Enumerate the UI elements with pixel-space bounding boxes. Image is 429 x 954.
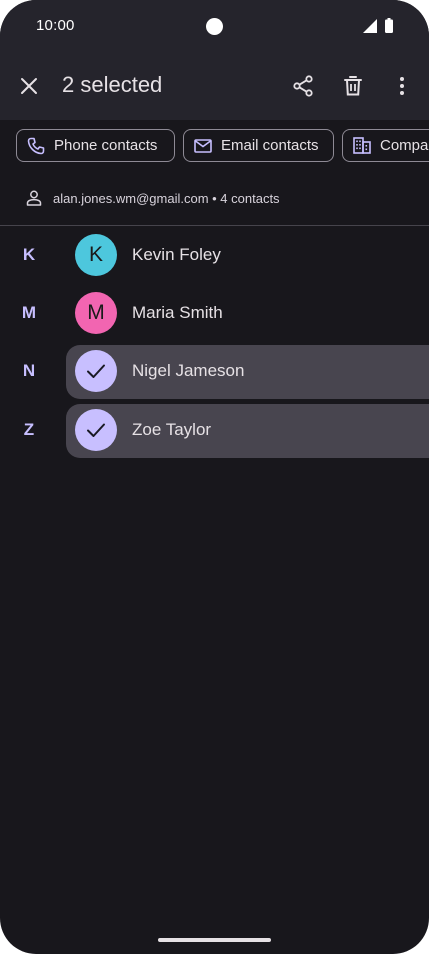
chip-email-contacts[interactable]: Email contacts bbox=[183, 129, 334, 162]
more-vert-icon[interactable] bbox=[382, 66, 422, 106]
account-summary[interactable]: alan.jones.wm@gmail.com • 4 contacts bbox=[26, 188, 280, 208]
section-letter: Z bbox=[23, 420, 35, 439]
business-icon bbox=[353, 137, 371, 154]
status-time: 10:00 bbox=[36, 17, 75, 34]
contact-name: Zoe Taylor bbox=[132, 420, 212, 439]
contact-row-kevin-foley[interactable]: K K Kevin Foley bbox=[0, 227, 429, 283]
chip-phone-contacts[interactable]: Phone contacts bbox=[16, 129, 175, 162]
avatar-initial: M bbox=[87, 301, 105, 324]
contact-row-zoe-taylor[interactable]: Z Zoe Taylor bbox=[0, 402, 429, 458]
selected-avatar bbox=[75, 350, 117, 392]
selected-highlight bbox=[66, 345, 429, 399]
check-icon bbox=[87, 364, 105, 378]
contact-name: Nigel Jameson bbox=[132, 361, 245, 380]
divider bbox=[0, 225, 429, 226]
share-icon[interactable] bbox=[283, 66, 323, 106]
account-text: alan.jones.wm@gmail.com • 4 contacts bbox=[53, 190, 280, 206]
person-icon bbox=[26, 190, 42, 206]
contact-name: Maria Smith bbox=[132, 303, 223, 322]
contact-row-nigel-jameson[interactable]: N Nigel Jameson bbox=[0, 343, 429, 399]
chip-phone-label: Phone contacts bbox=[54, 137, 158, 154]
contact-name: Kevin Foley bbox=[132, 245, 221, 264]
section-letter: K bbox=[22, 245, 36, 264]
contact-row-maria-smith[interactable]: M M Maria Smith bbox=[0, 285, 429, 341]
selection-app-bar: 2 selected bbox=[0, 52, 429, 120]
camera-cutout bbox=[206, 18, 223, 35]
chip-company-label: Compar bbox=[380, 137, 429, 154]
delete-icon[interactable] bbox=[333, 66, 373, 106]
selected-highlight bbox=[66, 404, 429, 458]
filter-chips-row: Phone contacts Email contacts Compar bbox=[0, 120, 429, 172]
gesture-navigation-handle[interactable] bbox=[158, 938, 271, 942]
check-icon bbox=[87, 423, 105, 437]
section-letter: M bbox=[21, 303, 37, 322]
avatar: K bbox=[75, 234, 117, 276]
phone-screen: 10:00 2 selected Phone contacts Email co… bbox=[0, 0, 429, 954]
phone-icon bbox=[27, 137, 45, 154]
close-icon[interactable] bbox=[9, 66, 49, 106]
status-bar: 10:00 bbox=[0, 0, 429, 52]
chip-company[interactable]: Compar bbox=[342, 129, 429, 162]
avatar: M bbox=[75, 292, 117, 334]
chip-email-label: Email contacts bbox=[221, 137, 319, 154]
avatar-initial: K bbox=[88, 243, 103, 266]
battery-icon bbox=[385, 18, 393, 33]
email-icon bbox=[194, 138, 212, 153]
selected-avatar bbox=[75, 409, 117, 451]
section-letter: N bbox=[22, 361, 36, 380]
signal-icon bbox=[363, 19, 377, 33]
selection-count-title: 2 selected bbox=[62, 72, 163, 97]
